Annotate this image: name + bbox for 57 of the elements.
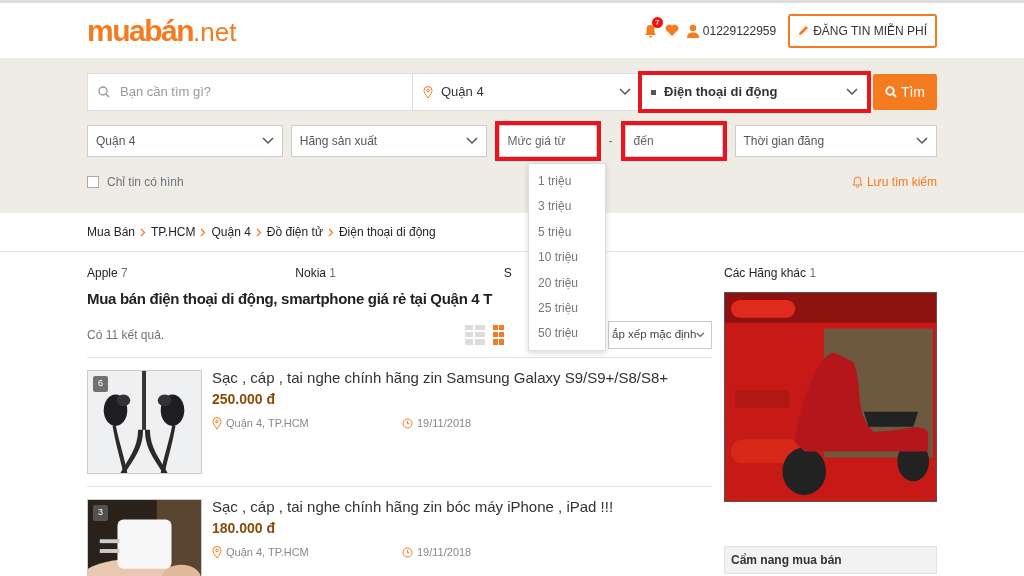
brand-link[interactable]: Nokia 1 — [295, 264, 337, 282]
result-count: Có 11 kết quả. — [87, 327, 165, 344]
location-pin-icon — [212, 546, 222, 560]
listing-location: Quận 4, TP.HCM — [226, 416, 309, 432]
clock-icon — [402, 418, 413, 430]
chevron-down-icon — [261, 137, 274, 145]
dropdown-option[interactable]: 25 triệu — [529, 294, 605, 321]
listing-title[interactable]: Sạc , cáp , tai nghe chính hãng zin Samsung Galaxy S9/S9+/S8/S8+ — [212, 370, 669, 387]
dropdown-option[interactable]: 5 triệu — [529, 218, 605, 245]
chevron-down-icon — [465, 137, 478, 145]
dropdown-option[interactable]: 3 triệu — [529, 193, 605, 219]
sort-select[interactable]: ắp xếp mặc định — [608, 321, 712, 349]
filter-select[interactable]: Hãng sản xuất — [290, 125, 487, 157]
dropdown-option[interactable]: 1 triệu — [529, 168, 605, 194]
post-ad-button[interactable]: ĐĂNG TIN MIỄN PHÍ — [788, 13, 937, 48]
brand-link[interactable]: Các Hãng khác 1 — [724, 266, 817, 280]
listing-location: Quận 4, TP.HCM — [226, 545, 309, 561]
filter-select[interactable]: Quận 4 — [87, 125, 283, 157]
bell-icon — [851, 176, 863, 188]
phone-number[interactable]: 01229122959 — [702, 21, 777, 40]
chevron-right-icon — [140, 227, 147, 237]
chevron-right-icon — [327, 227, 334, 237]
brand-link[interactable]: S — [503, 264, 512, 282]
page-heading: Mua bán điện thoại di động, smartphone giá rẻ tại Quận 4 T — [87, 290, 493, 308]
chevron-right-icon — [200, 227, 207, 237]
dropdown-option[interactable]: 20 triệu — [529, 269, 605, 295]
listing-price: 180.000 đ — [212, 519, 277, 537]
filter-select[interactable]: Thời gian đăng — [734, 125, 937, 157]
chevron-down-icon — [916, 137, 928, 145]
dropdown-option[interactable]: 10 triệu — [529, 244, 605, 270]
breadcrumb-link[interactable]: Đồ điện tử — [266, 223, 323, 241]
listing-price: 250.000 đ — [212, 390, 277, 408]
photo-only-checkbox[interactable]: Chỉ tin có hình — [87, 173, 184, 191]
chevron-down-icon — [696, 331, 705, 339]
photo-count: 3 — [93, 505, 108, 521]
photo-count: 6 — [93, 376, 108, 392]
section-title: Cẩm nang mua bán — [724, 546, 937, 574]
listing-date: 19/11/2018 — [417, 416, 472, 432]
breadcrumb-link[interactable]: Quận 4 — [211, 223, 251, 241]
chevron-right-icon — [255, 227, 262, 237]
listing-title[interactable]: Sạc , cáp , tai nghe chính hãng zin bóc máy iPhone , iPad !!! — [212, 499, 614, 516]
dropdown-option[interactable]: 50 triệu — [529, 320, 605, 346]
location-pin-icon — [212, 417, 222, 431]
bell-icon[interactable] — [643, 23, 657, 38]
grid-view-icon[interactable] — [493, 325, 504, 345]
brand-link[interactable]: Apple 7 — [87, 264, 128, 282]
breadcrumb-link[interactable]: Mua Bán — [87, 223, 136, 241]
notification-count: 7 — [651, 16, 663, 28]
user-icon — [686, 23, 699, 38]
breadcrumb-link[interactable]: TP.HCM — [151, 223, 196, 241]
dash-separator: - — [608, 133, 613, 150]
clock-icon — [402, 547, 413, 559]
breadcrumb-link[interactable]: Điện thoại di động — [338, 223, 436, 241]
search-icon — [884, 86, 897, 98]
pencil-icon — [798, 25, 810, 36]
heart-icon[interactable] — [664, 24, 679, 37]
listing-date: 19/11/2018 — [417, 545, 472, 561]
